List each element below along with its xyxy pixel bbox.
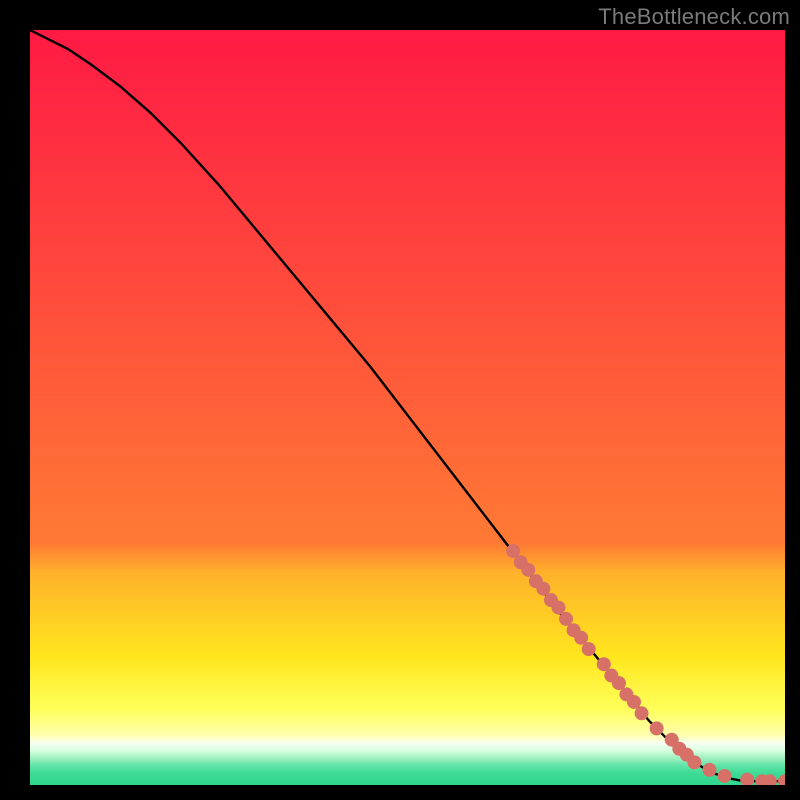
data-point <box>687 755 701 769</box>
bottleneck-curve <box>30 30 785 781</box>
plot-area <box>30 30 785 785</box>
data-point <box>718 769 732 783</box>
data-point <box>650 721 664 735</box>
curve-layer <box>30 30 785 785</box>
watermark-text: TheBottleneck.com <box>598 4 790 30</box>
data-point <box>635 706 649 720</box>
data-point <box>778 774 785 785</box>
data-point <box>740 773 754 785</box>
chart-frame: TheBottleneck.com <box>0 0 800 800</box>
data-point <box>703 763 717 777</box>
data-point <box>582 642 596 656</box>
